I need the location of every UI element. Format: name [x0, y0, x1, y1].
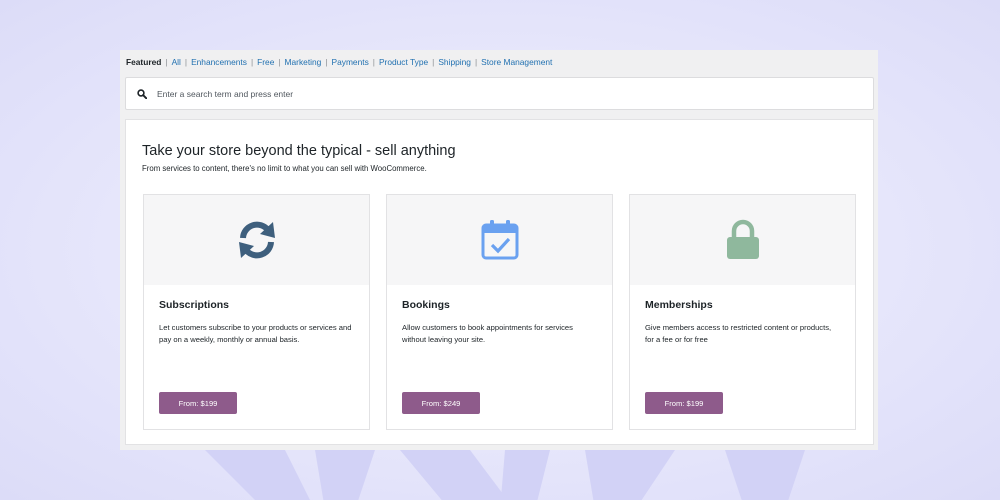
card-media — [630, 195, 855, 285]
card-description: Let customers subscribe to your products… — [159, 323, 352, 344]
search-icon — [137, 88, 147, 99]
wordpress-watermark — [205, 450, 805, 500]
filter-separator: | — [372, 57, 375, 67]
card-title: Subscriptions — [159, 299, 230, 311]
refresh-icon — [238, 221, 275, 259]
filter-separator: | — [250, 57, 254, 67]
filter-all[interactable]: All — [172, 57, 181, 67]
card-media — [387, 195, 612, 285]
filter-product-type[interactable]: Product Type — [379, 57, 428, 67]
product-card-bookings: Bookings Allow customers to book appoint… — [386, 194, 613, 430]
filter-separator: | — [278, 57, 281, 67]
filter-separator: | — [474, 57, 478, 67]
category-filter-bar: Featured | All | Enhancements | Free | M… — [126, 57, 552, 67]
search-bar[interactable] — [125, 77, 874, 110]
filter-featured[interactable]: Featured — [126, 57, 161, 67]
extensions-window: Featured | All | Enhancements | Free | M… — [120, 50, 878, 450]
promo-title: Take your store beyond the typical - sel… — [142, 143, 456, 159]
card-description: Allow customers to book appointments for… — [402, 323, 573, 344]
filter-payments[interactable]: Payments — [332, 57, 369, 67]
filter-separator: | — [165, 57, 168, 67]
price-button[interactable]: From: $199 — [645, 392, 723, 414]
search-input[interactable] — [157, 88, 757, 99]
card-title: Memberships — [645, 299, 713, 311]
product-card-subscriptions: Subscriptions Let customers subscribe to… — [143, 194, 370, 430]
price-button[interactable]: From: $249 — [402, 392, 480, 414]
filter-shipping[interactable]: Shipping — [438, 57, 471, 67]
promo-subtitle: From services to content, there's no lim… — [142, 164, 427, 173]
card-title: Bookings — [402, 299, 450, 311]
filter-free[interactable]: Free — [257, 57, 274, 67]
filter-enhancements[interactable]: Enhancements — [191, 57, 247, 67]
calendar-check-icon — [481, 220, 518, 260]
filter-marketing[interactable]: Marketing — [285, 57, 322, 67]
featured-promo-panel: Take your store beyond the typical - sel… — [125, 119, 874, 445]
filter-store-management[interactable]: Store Management — [481, 57, 552, 67]
filter-separator: | — [184, 57, 188, 67]
card-description: Give members access to restricted conten… — [645, 323, 832, 344]
product-card-memberships: Memberships Give members access to restr… — [629, 194, 856, 430]
filter-separator: | — [325, 57, 328, 67]
card-media — [144, 195, 369, 285]
filter-separator: | — [432, 57, 435, 67]
lock-icon — [726, 219, 759, 259]
price-button[interactable]: From: $199 — [159, 392, 237, 414]
